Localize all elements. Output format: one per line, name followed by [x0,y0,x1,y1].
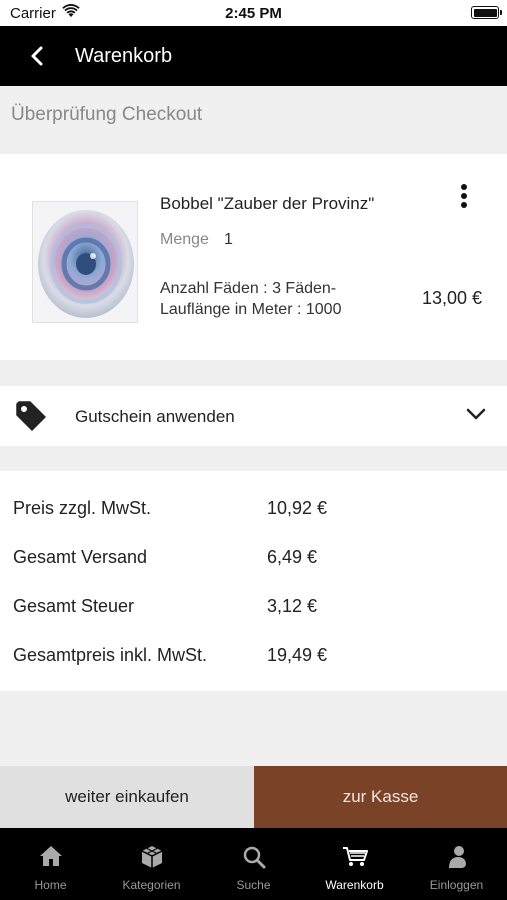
summary-row-tax: Gesamt Steuer 3,12 € [0,596,507,626]
tab-label: Suche [236,878,271,892]
order-summary: Preis zzgl. MwSt. 10,92 € Gesamt Versand… [0,471,507,691]
tab-cart[interactable]: Warenkorb [304,828,405,900]
summary-label: Gesamt Versand [13,547,148,567]
tag-icon [16,401,46,431]
quantity-label: Menge [160,231,209,248]
tab-home[interactable]: Home [0,828,101,900]
continue-shopping-button[interactable]: weiter einkaufen [0,766,254,828]
tab-search[interactable]: Suche [203,828,304,900]
status-time: 2:45 PM [225,5,282,22]
product-name[interactable]: Bobbel "Zauber der Provinz" [160,194,374,214]
summary-label: Gesamt Steuer [13,596,135,616]
cart-icon [342,847,368,866]
tab-categories[interactable]: Kategorien [101,828,202,900]
summary-value: 6,49 € [267,547,318,567]
user-icon [448,846,466,868]
home-icon [39,846,62,866]
coupon-label: Gutschein anwenden [75,407,235,426]
summary-label: Preis zzgl. MwSt. [13,498,152,518]
back-button[interactable] [20,40,54,72]
more-vertical-icon-dot [461,202,467,208]
more-vertical-icon-dot [461,193,467,199]
product-attribute-threads: Anzahl Fäden : 3 Fäden- [160,280,337,297]
cube-icon [141,846,162,868]
tab-label: Home [34,878,67,892]
checkout-button[interactable]: zur Kasse [254,766,507,828]
chevron-left-icon [31,46,43,66]
product-image[interactable] [32,201,138,323]
coupon-toggle[interactable]: Gutschein anwenden [0,386,507,446]
cart-item: Bobbel "Zauber der Provinz" Menge 1 Anza… [0,154,507,360]
product-attribute-length: Lauflänge in Meter : 1000 [160,301,342,318]
search-icon [243,846,265,869]
status-bar: Carrier 2:45 PM [0,0,507,26]
more-vertical-icon [461,184,467,190]
battery-icon [471,6,502,19]
more-options-button[interactable] [452,182,476,212]
chevron-down-icon [466,408,486,420]
summary-row-net: Preis zzgl. MwSt. 10,92 € [0,498,507,528]
navigation-bar: Warenkorb [0,26,507,86]
tab-label: Einloggen [429,878,484,892]
tab-login[interactable]: Einloggen [406,828,507,900]
product-price: 13,00 € [421,288,482,308]
summary-value: 19,49 € [267,645,328,665]
cart-actions: weiter einkaufen zur Kasse [0,766,507,828]
yarn-ball-image [33,202,137,322]
summary-value: 3,12 € [267,596,318,616]
summary-row-total: Gesamtpreis inkl. MwSt. 19,49 € [0,645,507,675]
tab-bar: Home Kategorien Suche Warenkorb Einlogge… [0,828,507,900]
tab-label: Warenkorb [325,878,384,892]
summary-label: Gesamtpreis inkl. MwSt. [13,645,208,665]
tab-label: Kategorien [122,878,181,892]
quantity-value: 1 [224,231,233,248]
summary-row-shipping: Gesamt Versand 6,49 € [0,547,507,577]
page-title: Warenkorb [75,45,173,67]
summary-value: 10,92 € [267,498,328,518]
section-title: Überprüfung Checkout [11,104,203,125]
